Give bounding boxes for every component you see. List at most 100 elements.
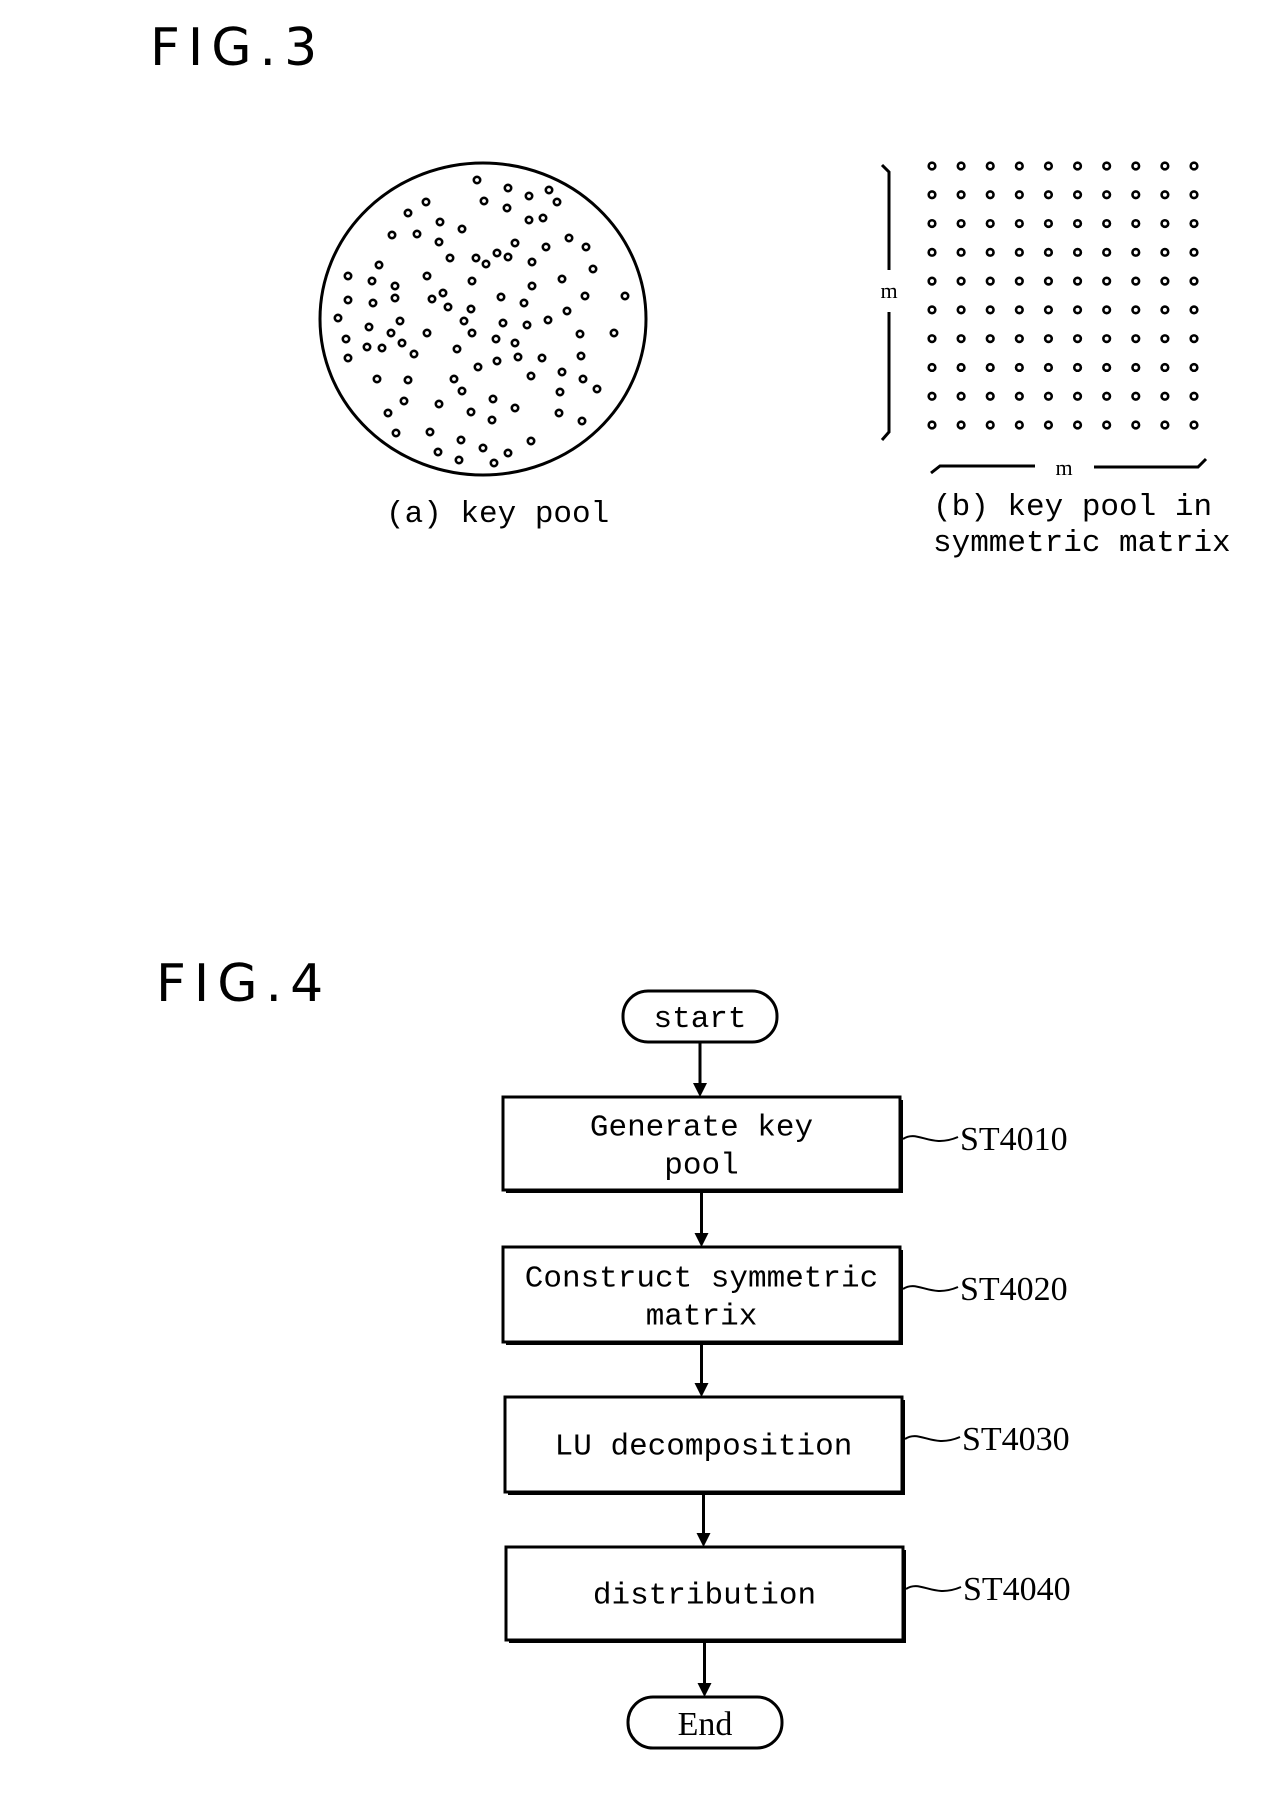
key-dot xyxy=(503,448,513,458)
matrix-entry-dot xyxy=(985,218,995,229)
key-dot xyxy=(577,416,587,426)
key-pool-dots xyxy=(333,175,630,468)
matrix-entry-dot xyxy=(1072,391,1083,401)
matrix-entry-dot xyxy=(1072,334,1083,344)
key-dot xyxy=(467,276,477,286)
key-dot xyxy=(580,291,590,301)
key-dot xyxy=(498,318,508,328)
key-dot xyxy=(377,343,387,353)
key-dot xyxy=(390,293,400,303)
matrix-entry-dot xyxy=(1043,305,1054,315)
key-dot xyxy=(592,384,602,394)
matrix-entry-dot xyxy=(985,334,995,344)
key-dot xyxy=(425,427,435,437)
row-dimension-label: m xyxy=(880,278,897,303)
key-dot xyxy=(543,315,553,325)
matrix-entry-dot xyxy=(1102,305,1112,315)
matrix-entry-dot xyxy=(985,190,995,200)
key-dot xyxy=(522,320,532,330)
key-dot xyxy=(343,295,353,305)
key-dot xyxy=(364,322,374,332)
matrix-entry-dot xyxy=(956,334,966,344)
key-dot xyxy=(544,185,554,195)
matrix-entry-dot xyxy=(1102,190,1112,200)
key-dot xyxy=(492,356,502,366)
key-dot xyxy=(492,248,502,258)
matrix-entry-dot xyxy=(1072,305,1083,315)
key-dot xyxy=(526,436,536,446)
key-dot xyxy=(367,276,377,286)
key-dot xyxy=(471,253,481,263)
key-dot xyxy=(588,264,598,274)
key-dot xyxy=(427,294,437,304)
matrix-entry-dot xyxy=(1043,420,1054,430)
key-dot xyxy=(422,328,432,338)
key-dot xyxy=(403,375,413,385)
key-dot xyxy=(445,253,455,263)
end-label: End xyxy=(678,1706,733,1743)
flowchart: start Generate keypool ST4010 Construct sy… xyxy=(501,989,1071,1750)
key-dot xyxy=(562,306,572,316)
matrix-entry-dot xyxy=(1014,218,1024,229)
key-dot xyxy=(457,224,467,234)
matrix-entry-dot xyxy=(1160,190,1170,200)
matrix-entry-dot xyxy=(1189,362,1199,373)
key-dot xyxy=(527,281,537,291)
key-dot xyxy=(496,292,506,302)
matrix-entry-dot xyxy=(956,190,966,200)
matrix-entry-dot xyxy=(1189,305,1199,315)
key-dot xyxy=(513,352,523,362)
matrix-entry-dot xyxy=(956,305,966,315)
matrix-entry-dot xyxy=(1072,276,1083,286)
key-dot xyxy=(434,399,444,409)
key-dot xyxy=(466,407,476,417)
key-dot xyxy=(391,428,401,438)
matrix-entry-dot xyxy=(1160,276,1170,286)
matrix-entry-dot xyxy=(1131,190,1141,200)
key-dot xyxy=(343,271,353,281)
key-dot xyxy=(537,353,547,363)
matrix-entry-dot xyxy=(985,305,995,315)
key-dot xyxy=(472,175,482,185)
key-dot xyxy=(409,349,419,359)
matrix-entry-dot xyxy=(956,362,966,373)
matrix-entry-dot xyxy=(1043,334,1054,344)
matrix-entry-dot xyxy=(985,247,995,257)
key-dot xyxy=(457,386,467,396)
figure-canvas: m m start Generate keypool ST4010 Construc… xyxy=(318,161,1208,1750)
matrix-entry-dot xyxy=(1189,190,1199,200)
matrix-entry-dot xyxy=(1189,391,1199,401)
matrix-entry-dot xyxy=(927,161,937,171)
matrix-entry-dot xyxy=(1043,161,1054,171)
matrix-entry-dot xyxy=(1131,420,1141,430)
key-dot xyxy=(564,233,574,243)
key-dot xyxy=(399,396,409,406)
matrix-entry-dot xyxy=(1131,247,1141,257)
matrix-entry-dot xyxy=(1014,305,1024,315)
key-dot xyxy=(473,362,483,372)
arrow-start-to-step1 xyxy=(693,1042,707,1097)
key-dot xyxy=(519,298,529,308)
matrix-entry-dot xyxy=(1102,362,1112,373)
matrix-entry-dot xyxy=(985,276,995,286)
arrow-step1-to-step2 xyxy=(694,1190,709,1247)
step-reference-label: ST4020 xyxy=(960,1271,1068,1308)
matrix-entry-dot xyxy=(1160,362,1170,373)
matrix-entry-dot xyxy=(1043,391,1054,401)
key-dot xyxy=(403,208,413,218)
matrix-entry-dot xyxy=(1014,334,1024,344)
matrix-entry-dot xyxy=(1043,190,1054,200)
key-dot xyxy=(466,304,476,314)
matrix-panel: m m xyxy=(880,161,1208,480)
matrix-entry-dot xyxy=(927,190,937,200)
matrix-entry-dot xyxy=(985,391,995,401)
matrix-entry-dot xyxy=(1160,420,1170,430)
matrix-entry-dot xyxy=(1102,276,1112,286)
start-label: start xyxy=(653,1002,746,1037)
key-dot xyxy=(554,408,564,418)
matrix-entry-dot xyxy=(1131,305,1141,315)
matrix-entry-dot xyxy=(1014,420,1024,430)
key-dot xyxy=(435,217,445,227)
key-dot xyxy=(524,215,534,225)
matrix-entry-dot xyxy=(1014,276,1024,286)
